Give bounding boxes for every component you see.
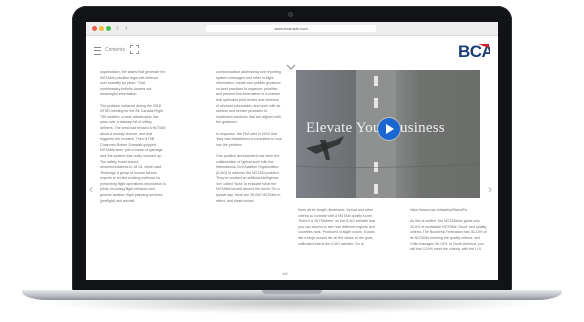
paragraph: https://www.icao.int/safety/iStars/Pa (410, 208, 467, 212)
close-window-button[interactable] (92, 26, 97, 31)
fullscreen-icon[interactable] (130, 45, 139, 54)
paragraph: The problem surfaced during the 2018 NTS… (100, 103, 166, 203)
paragraph: them all for length, timeframe, format a… (298, 208, 376, 246)
menu-icon[interactable] (94, 47, 101, 55)
article-column-3: them all for length, timeframe, format a… (298, 208, 378, 274)
app-header: Contents BCA (86, 36, 498, 64)
play-button[interactable] (378, 118, 400, 140)
browser-back-forward-icon[interactable]: ‹ › (116, 23, 130, 32)
minimize-window-button[interactable] (99, 26, 104, 31)
laptop-base-notch (262, 290, 322, 294)
paragraph: communication addressing and reporting s… (216, 70, 281, 125)
contents-button[interactable]: Contents (105, 46, 125, 54)
paragraph: organisation, the states that generate t… (100, 70, 166, 97)
paragraph: One positive development has been the co… (216, 153, 281, 203)
video-player[interactable]: Elevate Your Business (296, 70, 480, 198)
browser-toolbar: ‹ › www.example.com (86, 22, 498, 36)
chevron-down-icon[interactable] (286, 64, 296, 70)
article-column-1: organisation, the states that generate t… (100, 70, 166, 274)
paragraph: As this is written, the NOTAMeter gives … (410, 219, 487, 252)
address-bar[interactable]: www.example.com (206, 25, 376, 32)
page-number: 4/6 (282, 271, 288, 276)
next-page-arrow-icon[interactable]: › (488, 182, 492, 196)
paragraph: In response, the FAA said in 2020 that '… (216, 131, 282, 147)
bca-logo: BCA (458, 42, 490, 60)
article-column-4: https://www.icao.int/safety/iStars/Pa As… (410, 208, 488, 274)
previous-page-arrow-icon[interactable]: ‹ (89, 182, 93, 196)
maximize-window-button[interactable] (106, 26, 111, 31)
webcam-icon (288, 12, 293, 17)
article-column-2: communication addressing and reporting s… (216, 70, 282, 274)
laptop-screen: ‹ › www.example.com Contents BCA ‹ › org… (86, 22, 498, 280)
